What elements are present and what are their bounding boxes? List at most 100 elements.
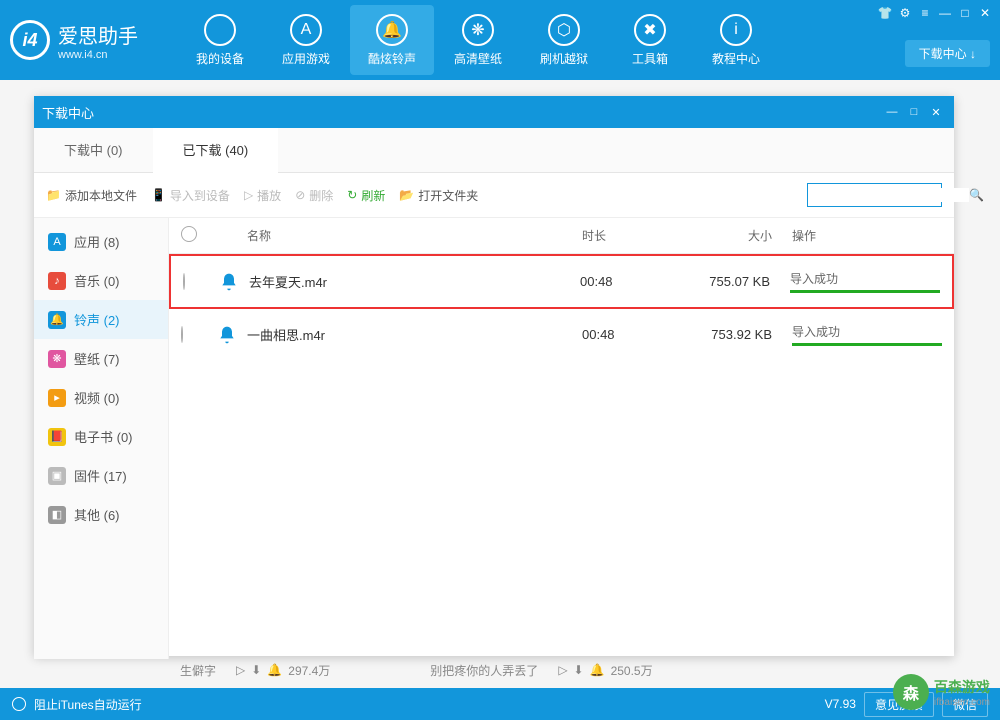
file-size: 755.07 KB [690,274,790,289]
modal-maximize-icon[interactable]: □ [904,102,924,122]
bell-icon: 🔔 [48,311,66,329]
count: 250.5万 [611,662,653,679]
app-title: 爱思助手 [58,20,138,49]
music-icon: ♪ [48,272,66,290]
modal-title: 下载中心 [42,103,94,122]
sidebar-item-music[interactable]: ♪音乐 (0) [34,261,168,300]
nav-my-device[interactable]: 我的设备 [178,5,262,75]
ringtone-icon [217,325,237,345]
column-size: 大小 [692,227,792,244]
sidebar-item-firmware[interactable]: ▣固件 (17) [34,456,168,495]
search-box[interactable]: 🔍 [807,183,942,207]
nav-apps[interactable]: A应用游戏 [264,5,348,75]
modal-toolbar: 📁添加本地文件 📱导入到设备 ▷播放 ⊘删除 ↻刷新 📂打开文件夹 🔍 [34,173,954,218]
open-folder-button[interactable]: 📂打开文件夹 [399,187,478,204]
table-row[interactable]: 一曲相思.m4r 00:48 753.92 KB 导入成功 [169,309,954,360]
logo-badge: i4 [10,20,50,60]
play-button[interactable]: ▷播放 [244,187,281,204]
nav-wallpapers[interactable]: ❋高清壁纸 [436,5,520,75]
main-nav: 我的设备 A应用游戏 🔔酷炫铃声 ❋高清壁纸 ⬡刷机越狱 ✖工具箱 i教程中心 [178,5,778,75]
column-duration: 时长 [582,227,692,244]
status-bar: 阻止iTunes自动运行 V7.93 意见反馈 微信 [0,688,1000,720]
folder-icon: 📂 [399,188,414,202]
main-header: i4 爱思助手 www.i4.cn 我的设备 A应用游戏 🔔酷炫铃声 ❋高清壁纸… [0,0,1000,80]
minimize-icon[interactable]: — [936,4,954,22]
tab-downloaded[interactable]: 已下载 (40) [153,128,279,173]
modal-minimize-icon[interactable]: — [882,102,902,122]
category-sidebar: A应用 (8) ♪音乐 (0) 🔔铃声 (2) ❋壁纸 (7) ▸视频 (0) … [34,218,169,659]
delete-button[interactable]: ⊘删除 [295,187,333,204]
progress-bar [790,290,940,293]
nav-tutorials[interactable]: i教程中心 [694,5,778,75]
import-to-device-button[interactable]: 📱导入到设备 [151,187,230,204]
download-center-modal: 下载中心 — □ ✕ 下载中 (0) 已下载 (40) 📁添加本地文件 📱导入到… [34,96,954,656]
sidebar-item-wallpapers[interactable]: ❋壁纸 (7) [34,339,168,378]
row-checkbox[interactable] [181,326,183,343]
itunes-label: 阻止iTunes自动运行 [34,696,142,713]
add-local-file-button[interactable]: 📁添加本地文件 [46,187,137,204]
play-icon[interactable]: ▷ [558,663,567,677]
sidebar-item-apps[interactable]: A应用 (8) [34,222,168,261]
sidebar-item-other[interactable]: ◧其他 (6) [34,495,168,534]
bell-icon: 🔔 [376,14,408,46]
search-icon[interactable]: 🔍 [969,188,984,202]
nav-toolbox[interactable]: ✖工具箱 [608,5,692,75]
download-icon[interactable]: ⬇ [251,663,261,677]
select-all-checkbox[interactable] [181,226,197,242]
watermark: 森 百森游戏 ifbaisen.com [893,674,990,710]
itunes-toggle[interactable] [12,697,26,711]
sidebar-item-ringtones[interactable]: 🔔铃声 (2) [34,300,168,339]
tab-downloading[interactable]: 下载中 (0) [34,128,153,172]
bell-icon[interactable]: 🔔 [267,663,282,677]
table-header: 名称 时长 大小 操作 [169,218,954,254]
play-icon[interactable]: ▷ [236,663,245,677]
maximize-icon[interactable]: □ [956,4,974,22]
import-status: 导入成功 [790,270,940,287]
download-center-button[interactable]: 下载中心 ↓ [905,40,990,67]
delete-icon: ⊘ [295,188,305,202]
folder-icon: 📁 [46,188,61,202]
row-checkbox[interactable] [183,273,185,290]
close-icon[interactable]: ✕ [976,4,994,22]
progress-bar [792,343,942,346]
modal-close-icon[interactable]: ✕ [926,102,946,122]
file-size: 753.92 KB [692,327,792,342]
logo-area: i4 爱思助手 www.i4.cn [10,20,138,61]
watermark-logo: 森 [893,674,929,710]
modal-tabs: 下载中 (0) 已下载 (40) [34,128,954,173]
track-name: 别把疼你的人弄丢了 [430,662,538,679]
menu-icon[interactable]: ≡ [916,4,934,22]
settings-icon[interactable]: ⚙ [896,4,914,22]
nav-ringtones[interactable]: 🔔酷炫铃声 [350,5,434,75]
import-status: 导入成功 [792,323,942,340]
file-name: 去年夏天.m4r [249,272,580,291]
nav-jailbreak[interactable]: ⬡刷机越狱 [522,5,606,75]
sidebar-item-ebooks[interactable]: 📕电子书 (0) [34,417,168,456]
watermark-title: 百森游戏 [934,677,990,697]
book-icon: 📕 [48,428,66,446]
apple-icon [204,14,236,46]
bell-icon[interactable]: 🔔 [590,663,605,677]
refresh-button[interactable]: ↻刷新 [347,187,385,204]
file-list: 名称 时长 大小 操作 去年夏天.m4r 00:48 755.07 KB 导入成… [169,218,954,659]
column-operation: 操作 [792,227,942,244]
other-icon: ◧ [48,506,66,524]
watermark-url: ifbaisen.com [934,697,990,708]
wallpaper-icon: ❋ [462,14,494,46]
file-name: 一曲相思.m4r [247,325,582,344]
column-name: 名称 [211,227,582,244]
info-icon: i [720,14,752,46]
file-duration: 00:48 [580,274,690,289]
table-row[interactable]: 去年夏天.m4r 00:48 755.07 KB 导入成功 [169,254,954,309]
sidebar-item-videos[interactable]: ▸视频 (0) [34,378,168,417]
version-label: V7.93 [825,697,856,711]
background-track-row: 生僻字 ▷ ⬇ 🔔 297.4万 别把疼你的人弄丢了 ▷ ⬇ 🔔 250.5万 [180,658,980,682]
modal-titlebar: 下载中心 — □ ✕ [34,96,954,128]
download-icon[interactable]: ⬇ [574,663,584,677]
search-input[interactable] [814,188,969,202]
wallpaper-icon: ❋ [48,350,66,368]
shirt-icon[interactable]: 👕 [876,4,894,22]
refresh-icon: ↻ [347,188,357,202]
app-url: www.i4.cn [58,49,138,61]
phone-icon: 📱 [151,188,166,202]
